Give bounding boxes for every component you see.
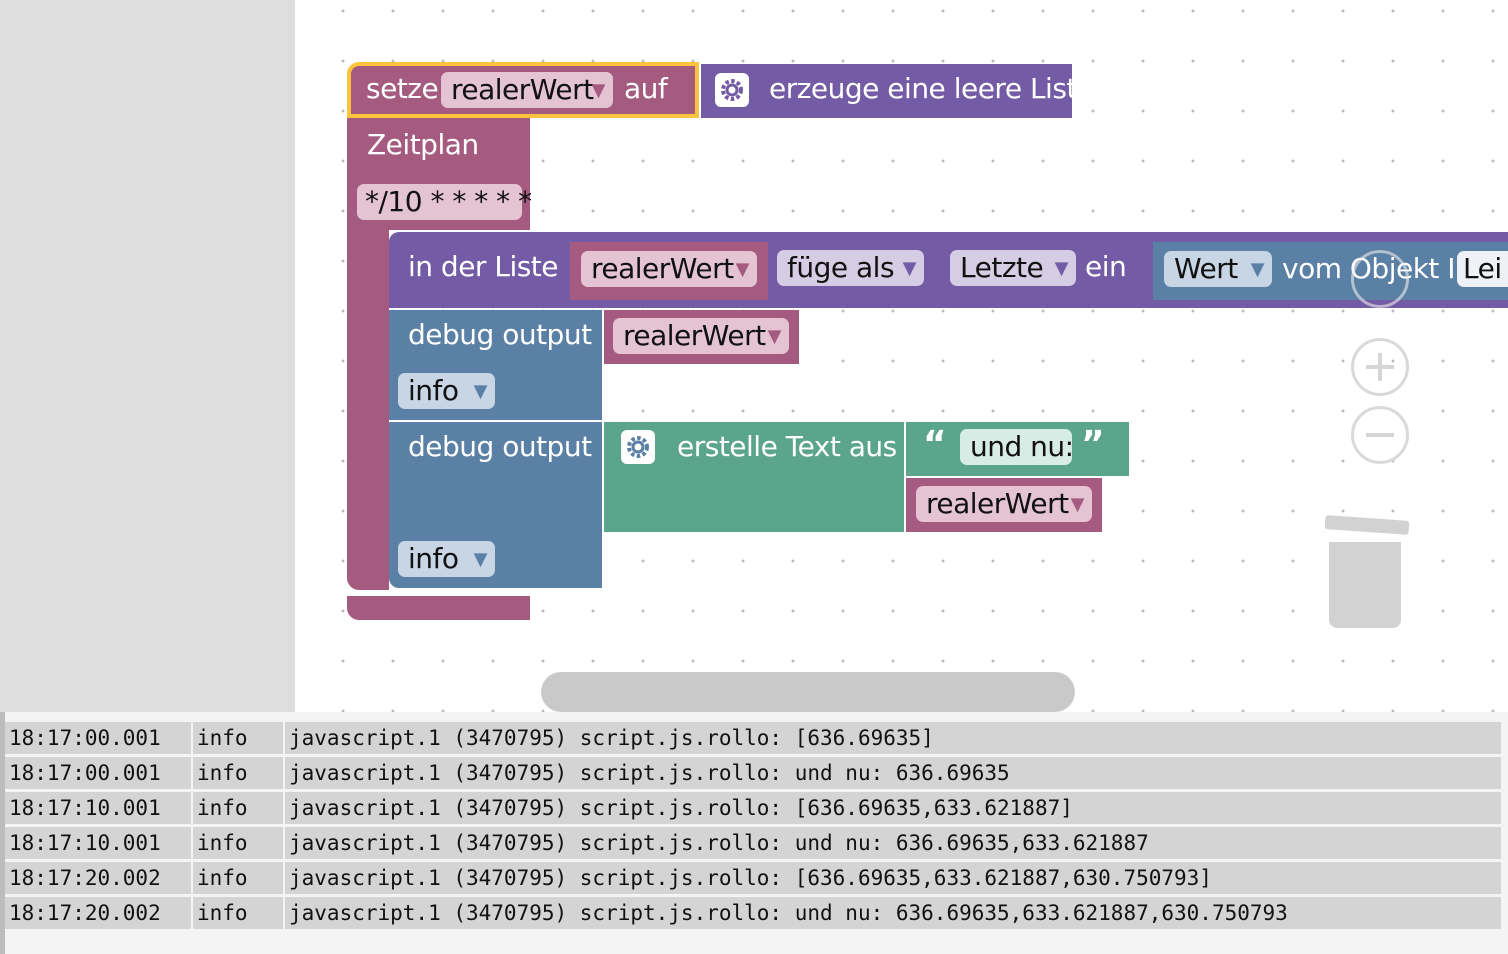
toolbox-panel [0, 0, 295, 712]
gear-icon[interactable] [715, 73, 749, 107]
chevron-down-icon: ▼ [735, 259, 750, 280]
log-row[interactable]: 18:17:20.002 info javascript.1 (3470795) s… [5, 897, 1501, 929]
log-level: info [193, 722, 283, 754]
trash-body [1329, 542, 1401, 628]
set-variable-dropdown[interactable]: realerWert ▼ [441, 72, 613, 108]
log-level: info [193, 757, 283, 789]
open-quote-icon: “ [923, 424, 947, 465]
log-row[interactable]: 18:17:00.001 info javascript.1 (3470795) s… [5, 722, 1501, 754]
insert-mode-dropdown[interactable]: füge als ▼ [777, 250, 924, 286]
schedule-block-left-bar [347, 228, 389, 590]
ein-label: ein [1085, 250, 1127, 283]
log-message: javascript.1 (3470795) script.js.rollo: … [285, 722, 1501, 754]
text-literal-field[interactable]: und nu: [960, 429, 1074, 465]
log-level: info [193, 897, 283, 929]
recenter-icon[interactable] [1351, 250, 1409, 308]
zoom-in-v [1378, 353, 1382, 381]
trash-icon[interactable] [1323, 514, 1410, 630]
log-level: info [193, 827, 283, 859]
debug-level-value-2: info [408, 542, 459, 575]
horizontal-scrollbar[interactable] [541, 672, 1075, 712]
text-variable-dropdown[interactable]: realerWert ▼ [916, 486, 1092, 522]
log-message: javascript.1 (3470795) script.js.rollo: … [285, 897, 1501, 929]
log-row[interactable]: 18:17:00.001 info javascript.1 (3470795) s… [5, 757, 1501, 789]
log-time: 18:17:00.001 [5, 722, 191, 754]
cron-text: */10 * * * * * [365, 185, 532, 218]
object-id-text: Lei [1463, 252, 1502, 285]
log-time: 18:17:00.001 [5, 757, 191, 789]
create-empty-list-block[interactable]: erzeuge eine leere Liste [701, 64, 1072, 118]
chevron-down-icon: ▼ [473, 549, 488, 570]
log-time: 18:17:10.001 [5, 792, 191, 824]
set-variable-name: realerWert [451, 73, 594, 106]
zoom-out-icon[interactable] [1351, 406, 1409, 464]
log-level: info [193, 792, 283, 824]
log-message: javascript.1 (3470795) script.js.rollo: … [285, 757, 1501, 789]
create-text-label: erstelle Text aus [677, 430, 897, 463]
zoom-in-icon[interactable] [1351, 338, 1409, 396]
value-type-dropdown[interactable]: Wert ▼ [1164, 251, 1272, 287]
object-id-field[interactable]: Lei [1457, 251, 1508, 287]
log-message: javascript.1 (3470795) script.js.rollo: … [285, 827, 1501, 859]
text-variable-name: realerWert [926, 487, 1069, 520]
log-message: javascript.1 (3470795) script.js.rollo: … [285, 862, 1501, 894]
debug1-variable-name: realerWert [623, 319, 766, 352]
log-row[interactable]: 18:17:10.001 info javascript.1 (3470795) s… [5, 827, 1501, 859]
debug-level-value-1: info [408, 374, 459, 407]
log-row[interactable]: 18:17:10.001 info javascript.1 (3470795) s… [5, 792, 1501, 824]
trash-lid [1324, 515, 1410, 535]
text-literal-value: und nu: [970, 430, 1074, 463]
value-type-value: Wert [1174, 252, 1238, 285]
chevron-down-icon: ▼ [902, 258, 917, 279]
chevron-down-icon: ▼ [591, 80, 606, 101]
insert-mode-value: füge als [787, 251, 895, 284]
debug-level-dropdown-2[interactable]: info ▼ [398, 541, 495, 577]
create-list-label: erzeuge eine leere Liste [769, 72, 1072, 105]
to-label: auf [624, 72, 668, 105]
schedule-label: Zeitplan [367, 128, 479, 161]
log-level: info [193, 862, 283, 894]
gear-icon[interactable] [621, 430, 655, 464]
blockly-workspace[interactable]: Zeitplan */10 * * * * * setze realerWert… [295, 0, 1508, 712]
list-variable-name: realerWert [591, 252, 734, 285]
set-label: setze [366, 72, 439, 105]
position-dropdown[interactable]: Letzte ▼ [950, 250, 1076, 286]
chevron-down-icon: ▼ [767, 326, 782, 347]
in-list-label: in der Liste [408, 250, 559, 283]
chevron-down-icon: ▼ [473, 381, 488, 402]
log-time: 18:17:10.001 [5, 827, 191, 859]
debug-output-label-2: debug output [408, 430, 592, 463]
log-time: 18:17:20.002 [5, 862, 191, 894]
list-variable-dropdown[interactable]: realerWert ▼ [581, 251, 757, 287]
position-value: Letzte [960, 251, 1044, 284]
chevron-down-icon: ▼ [1054, 258, 1069, 279]
chevron-down-icon: ▼ [1070, 494, 1085, 515]
chevron-down-icon: ▼ [1250, 259, 1265, 280]
zoom-out-h [1366, 433, 1394, 437]
log-message: javascript.1 (3470795) script.js.rollo: … [285, 792, 1501, 824]
schedule-block-bottom-arm [347, 596, 530, 620]
debug1-variable-dropdown[interactable]: realerWert ▼ [613, 318, 789, 354]
schedule-cron-field[interactable]: */10 * * * * * [357, 184, 532, 220]
debug-level-dropdown-1[interactable]: info ▼ [398, 373, 495, 409]
log-time: 18:17:20.002 [5, 897, 191, 929]
log-row[interactable]: 18:17:20.002 info javascript.1 (3470795) s… [5, 862, 1501, 894]
close-quote-icon: ” [1081, 424, 1105, 465]
debug-output-label-1: debug output [408, 318, 592, 351]
